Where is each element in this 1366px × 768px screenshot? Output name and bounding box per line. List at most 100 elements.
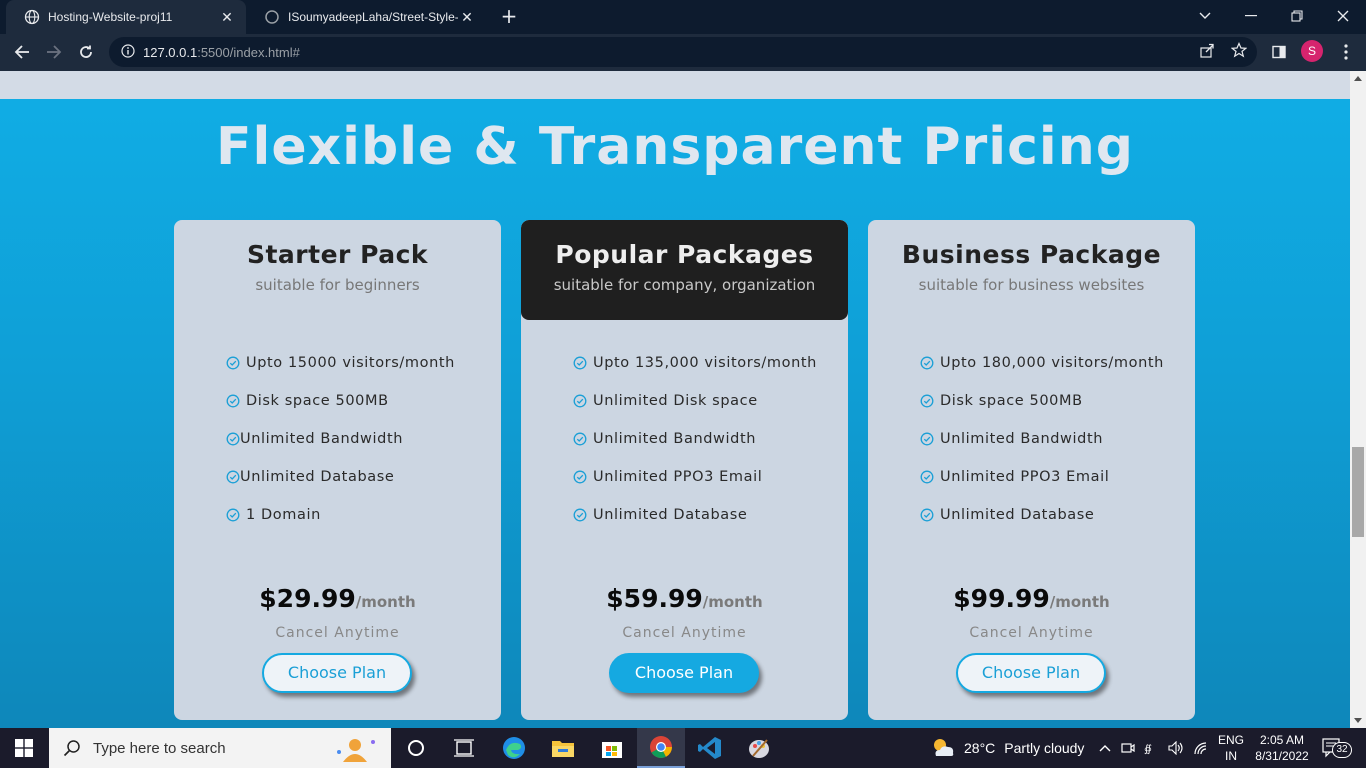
feature-list: Upto 135,000 visitors/month Unlimited Di… [573,344,817,534]
tab-hosting-website[interactable]: Hosting-Website-proj11 ✕ [6,0,246,34]
card-header: Business Package suitable for business w… [868,220,1195,320]
store-icon[interactable] [588,728,636,768]
feature-item: Upto 15000 visitors/month [226,344,455,382]
profile-avatar[interactable]: S [1301,40,1323,62]
price-amount: $29.99 [259,584,356,613]
meet-now-icon[interactable] [1118,728,1138,768]
url-path: :5500/index.html# [197,44,300,60]
feature-item: 1 Domain [226,496,455,534]
price-period: /month [702,593,763,611]
clock-date: 8/31/2022 [1255,749,1309,763]
taskbar-clock[interactable]: 2:05 AM 8/31/2022 [1250,732,1314,764]
feature-item: Disk space 500MB [226,382,455,420]
back-icon[interactable] [9,39,35,65]
page-scrollbar[interactable] [1350,71,1366,728]
close-window-icon[interactable] [1320,0,1366,32]
feature-item: Unlimited Database [226,458,455,496]
tab-strip: Hosting-Website-proj11 ✕ ISoumyadeepLaha… [0,0,1366,34]
site-info-icon[interactable] [121,43,135,62]
cancel-note: Cancel Anytime [275,625,400,641]
plan-name: Starter Pack [246,240,429,269]
close-tab-icon[interactable]: ✕ [218,8,236,26]
cancel-note: Cancel Anytime [969,625,1094,641]
network-icon[interactable] [1190,728,1212,768]
tab-github-repo[interactable]: ISoumyadeepLaha/Street-Style-L ✕ [246,0,486,34]
pricing-card-starter: Starter Pack suitable for beginners Upto… [174,220,501,720]
price-amount: $59.99 [606,584,703,613]
check-circle-icon [226,356,240,370]
url-host: 127.0.0.1 [143,44,198,60]
restore-icon[interactable] [1274,0,1320,32]
input-method-icon[interactable]: ∯ [1142,728,1162,768]
choose-plan-button[interactable]: Choose Plan [262,653,412,693]
address-bar[interactable]: 127.0.0.1:5500/index.html# [109,37,1257,67]
taskbar-search-input[interactable]: Type here to search [49,728,391,768]
tab-title: Hosting-Website-proj11 [48,10,173,24]
feature-list: Upto 180,000 visitors/month Disk space 5… [920,344,1164,534]
feature-text: Unlimited Database [593,507,748,523]
check-circle-icon [920,470,934,484]
feature-text: Upto 15000 visitors/month [246,355,455,371]
feature-item: Unlimited PPO3 Email [573,458,817,496]
weather-widget[interactable]: 28°C Partly cloudy [930,728,1084,768]
browser-toolbar: 127.0.0.1:5500/index.html# S [0,34,1366,71]
feature-item: Unlimited Database [573,496,817,534]
scroll-down-icon[interactable] [1354,718,1362,723]
cortana-icon[interactable] [392,728,440,768]
tab-search-icon[interactable] [1182,0,1228,32]
feature-text: Unlimited Bandwidth [593,431,757,447]
tray-chevron-up-icon[interactable] [1096,728,1114,768]
feature-list: Upto 15000 visitors/month Disk space 500… [226,344,455,534]
feature-item: Upto 180,000 visitors/month [920,344,1164,382]
url-text: 127.0.0.1:5500/index.html# [143,45,300,60]
feature-text: Unlimited PPO3 Email [940,469,1110,485]
card-header: Starter Pack suitable for beginners [174,220,501,320]
feature-item: Unlimited PPO3 Email [920,458,1164,496]
share-icon[interactable] [1198,41,1216,59]
check-circle-icon [226,470,240,484]
check-circle-icon [226,394,240,408]
check-circle-icon [226,432,240,446]
pricing-card-business: Business Package suitable for business w… [868,220,1195,720]
scroll-up-icon[interactable] [1354,76,1362,81]
vscode-icon[interactable] [686,728,734,768]
page-viewport: Flexible & Transparent Pricing Starter P… [0,71,1350,728]
paint-icon[interactable] [735,728,783,768]
choose-plan-button[interactable]: Choose Plan [609,653,759,693]
menu-dots-icon[interactable] [1336,42,1356,62]
bookmark-star-icon[interactable] [1230,41,1248,59]
minimize-icon[interactable] [1228,0,1274,32]
pricing-card-popular: Popular Packages suitable for company, o… [521,220,848,720]
choose-plan-button[interactable]: Choose Plan [956,653,1106,693]
search-highlight-icon [337,739,375,762]
feature-text: 1 Domain [246,507,321,523]
check-circle-icon [920,356,934,370]
windows-start-icon[interactable] [0,728,48,768]
reload-icon[interactable] [73,39,99,65]
tab-title: ISoumyadeepLaha/Street-Style-L [288,10,458,24]
language-indicator[interactable]: ENG IN [1216,732,1246,764]
task-view-icon[interactable] [440,728,488,768]
scrollbar-thumb[interactable] [1352,447,1364,537]
feature-text: Unlimited Database [940,507,1095,523]
file-explorer-icon[interactable] [539,728,587,768]
plan-price: $99.99/month [868,584,1195,613]
chrome-icon[interactable] [637,728,685,768]
card-header: Popular Packages suitable for company, o… [521,220,848,320]
volume-icon[interactable] [1166,728,1186,768]
side-panel-icon[interactable] [1269,42,1289,62]
plan-price: $59.99/month [521,584,848,613]
weather-text: Partly cloudy [1004,740,1085,756]
forward-icon[interactable] [41,39,67,65]
weather-temp: 28°C [964,740,996,756]
notification-center-icon[interactable]: 32 [1322,736,1352,760]
check-circle-icon [573,508,587,522]
new-tab-icon[interactable]: + [498,6,520,28]
check-circle-icon [573,470,587,484]
feature-item: Unlimited Database [920,496,1164,534]
edge-icon[interactable] [490,728,538,768]
check-circle-icon [920,508,934,522]
close-tab-icon[interactable]: ✕ [458,8,476,26]
feature-text: Upto 135,000 visitors/month [593,355,817,371]
feature-text: Unlimited Bandwidth [240,431,404,447]
